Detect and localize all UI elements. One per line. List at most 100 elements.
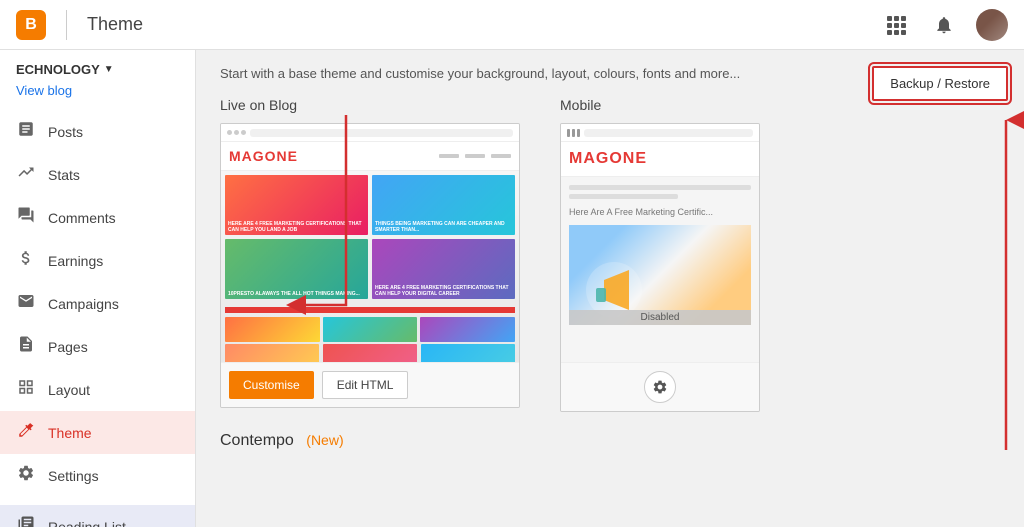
- theme-sections: Live on Blog MAGONE: [220, 97, 1000, 412]
- dot3: [241, 130, 246, 135]
- dot1: [227, 130, 232, 135]
- nav3: [491, 154, 511, 158]
- stats-icon: [16, 163, 36, 186]
- line2: [569, 194, 678, 199]
- contempo-new-badge: (New): [306, 432, 343, 448]
- signal-area: [567, 129, 580, 137]
- magone-header: MAGONE: [221, 142, 519, 171]
- backup-restore-button[interactable]: Backup / Restore: [872, 66, 1008, 101]
- sidebar-item-comments[interactable]: Comments: [0, 196, 195, 239]
- sidebar-item-theme[interactable]: Theme: [0, 411, 195, 454]
- magone-logo: MAGONE: [229, 148, 298, 164]
- view-blog-link[interactable]: View blog: [0, 81, 195, 110]
- theme-icon: [16, 421, 36, 444]
- edit-html-button[interactable]: Edit HTML: [322, 371, 409, 399]
- browser-dots: [227, 130, 246, 135]
- browser-address-bar: [250, 129, 513, 137]
- mobile-address-bar: [584, 129, 753, 137]
- mobile-browser-header: [561, 124, 759, 142]
- settings-icon: [16, 464, 36, 487]
- header-title: Theme: [87, 14, 143, 35]
- small-grid: [221, 315, 519, 344]
- logo: B Theme: [16, 10, 143, 40]
- mobile-gear-button[interactable]: [644, 371, 676, 403]
- sidebar-item-pages[interactable]: Pages: [0, 325, 195, 368]
- nav2: [465, 154, 485, 158]
- small-card1: [225, 317, 320, 342]
- sidebar-item-stats[interactable]: Stats: [0, 153, 195, 196]
- sidebar-item-layout[interactable]: Layout: [0, 368, 195, 411]
- notification-icon[interactable]: [928, 9, 960, 41]
- mobile-actions: [561, 362, 759, 411]
- disabled-badge: Disabled: [569, 310, 751, 325]
- sidebar-item-earnings[interactable]: Earnings: [0, 239, 195, 282]
- live-on-blog-section: Live on Blog MAGONE: [220, 97, 520, 408]
- sidebar-item-posts[interactable]: Posts: [0, 110, 195, 153]
- signal-bar2: [572, 129, 575, 137]
- sidebar-item-campaigns[interactable]: Campaigns: [0, 282, 195, 325]
- mobile-header: MAGONE: [561, 142, 759, 177]
- mobile-preview: MAGONE Here Are A Free Marketing Certifi…: [560, 123, 760, 412]
- bottom-row: [221, 344, 519, 362]
- pages-label: Pages: [48, 339, 88, 355]
- customise-button[interactable]: Customise: [229, 371, 314, 399]
- sidebar-item-reading-list[interactable]: Reading List: [0, 505, 195, 527]
- preview-actions: Customise Edit HTML: [221, 362, 519, 407]
- contempo-section: Contempo (New): [220, 432, 1000, 450]
- browser-header: [221, 124, 519, 142]
- mobile-body: Here Are A Free Marketing Certific... Di…: [561, 177, 759, 333]
- header-divider: [66, 10, 67, 40]
- layout-label: Layout: [48, 382, 90, 398]
- main-layout: ECHNOLOGY ▼ View blog Posts Stats Commen…: [0, 50, 1024, 527]
- nav1: [439, 154, 459, 158]
- campaigns-label: Campaigns: [48, 296, 119, 312]
- posts-label: Posts: [48, 124, 83, 140]
- user-avatar[interactable]: [976, 9, 1008, 41]
- card4: HERE ARE 4 FREE MARKETING CERTIFICATIONS…: [372, 239, 515, 299]
- mobile-logo: MAGONE: [569, 150, 647, 167]
- header: B Theme: [0, 0, 1024, 50]
- live-preview: MAGONE HERE ARE 4 FREE MARKETING CERTIFI…: [220, 123, 520, 408]
- line1: [569, 185, 751, 190]
- red-bar: [225, 307, 515, 313]
- header-right: [880, 9, 1008, 41]
- mobile-image: Disabled: [569, 225, 751, 325]
- bottom-card1: [225, 344, 319, 362]
- layout-icon: [16, 378, 36, 401]
- reading-list-label: Reading List: [48, 519, 126, 527]
- comments-icon: [16, 206, 36, 229]
- comments-label: Comments: [48, 210, 116, 226]
- live-on-blog-title: Live on Blog: [220, 97, 520, 113]
- sidebar: ECHNOLOGY ▼ View blog Posts Stats Commen…: [0, 50, 196, 527]
- reading-list-icon: [16, 515, 36, 527]
- content-description: Start with a base theme and customise yo…: [220, 66, 820, 81]
- magone-grid: HERE ARE 4 FREE MARKETING CERTIFICATIONS…: [221, 171, 519, 303]
- blog-selector-arrow: ▼: [104, 64, 114, 75]
- campaigns-icon: [16, 292, 36, 315]
- blog-name: ECHNOLOGY: [16, 62, 100, 77]
- bottom-card2: [323, 344, 417, 362]
- apps-icon[interactable]: [880, 9, 912, 41]
- settings-label: Settings: [48, 468, 99, 484]
- mobile-subtitle: Here Are A Free Marketing Certific...: [569, 207, 751, 217]
- signal-bar: [567, 129, 570, 137]
- mobile-text-lines: Here Are A Free Marketing Certific...: [569, 185, 751, 217]
- card3: 10PRESTO ALAWAYS THE ALL HOT THINGS MAKI…: [225, 239, 368, 299]
- mobile-section: Mobile MAGONE: [560, 97, 760, 412]
- mobile-content: MAGONE Here Are A Free Marketing Certifi…: [561, 142, 759, 362]
- theme-label: Theme: [48, 425, 92, 441]
- blogger-icon: B: [16, 10, 46, 40]
- posts-icon: [16, 120, 36, 143]
- bottom-card3: [421, 344, 515, 362]
- magone-preview: MAGONE HERE ARE 4 FREE MARKETING CERTIFI…: [221, 142, 519, 362]
- pages-icon: [16, 335, 36, 358]
- mobile-title: Mobile: [560, 97, 760, 113]
- signal-bar3: [577, 129, 580, 137]
- contempo-title: Contempo: [220, 432, 294, 449]
- main-content: Backup / Restore Start with a base theme…: [196, 50, 1024, 527]
- earnings-icon: [16, 249, 36, 272]
- small-card3: [420, 317, 515, 342]
- dot2: [234, 130, 239, 135]
- blog-selector[interactable]: ECHNOLOGY ▼: [0, 50, 195, 81]
- sidebar-item-settings[interactable]: Settings: [0, 454, 195, 497]
